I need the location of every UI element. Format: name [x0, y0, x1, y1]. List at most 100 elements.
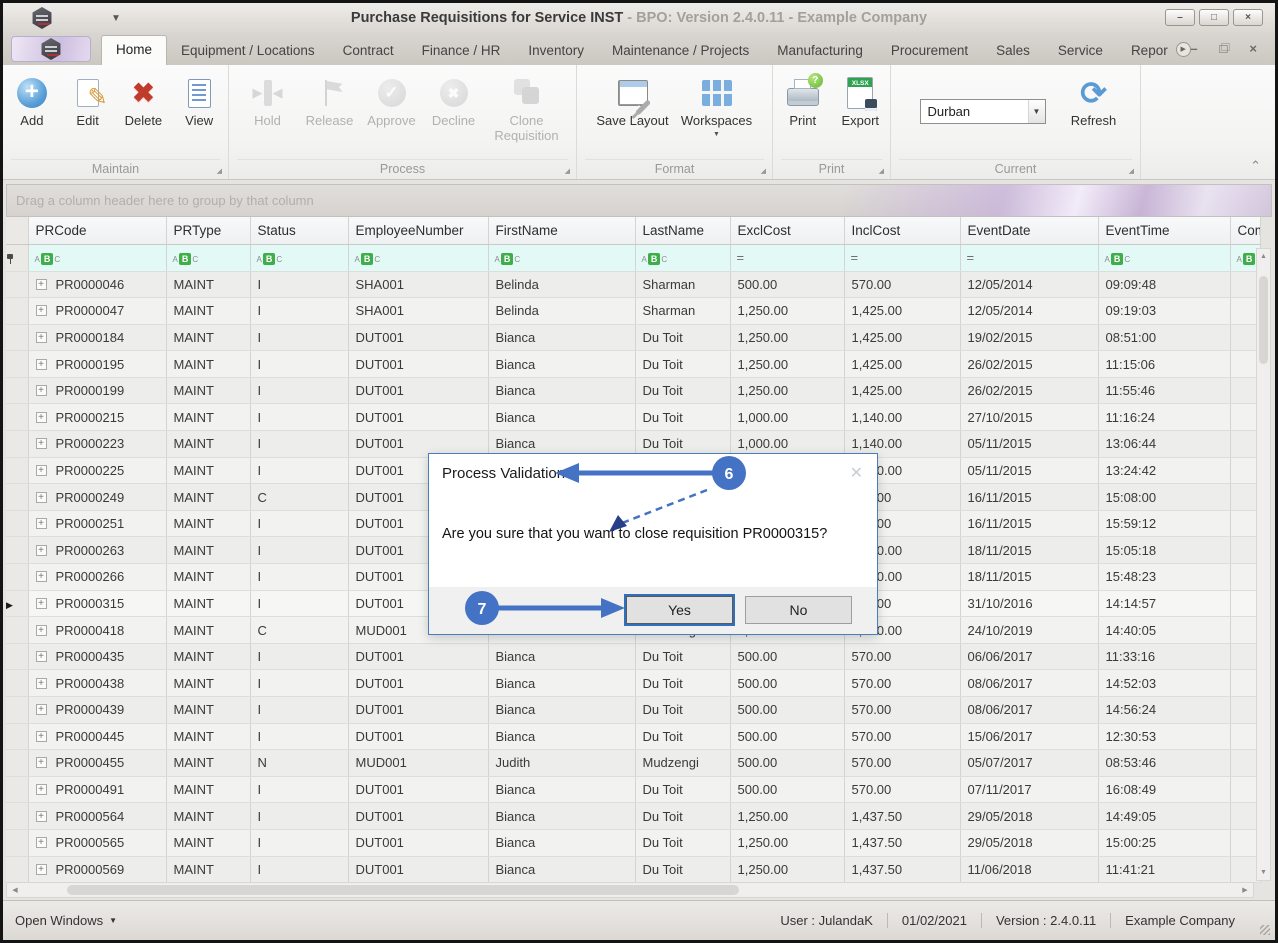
- equals-filter-icon[interactable]: =: [967, 250, 974, 265]
- cell-prcode[interactable]: +PR0000438: [28, 670, 166, 697]
- cell-lastname[interactable]: Du Toit: [635, 829, 730, 856]
- cell-status[interactable]: I: [250, 431, 348, 458]
- cell-prcode[interactable]: +PR0000223: [28, 431, 166, 458]
- cell-prcode[interactable]: +PR0000266: [28, 564, 166, 591]
- cell-eventdate[interactable]: 19/02/2015: [960, 324, 1098, 351]
- cell-status[interactable]: I: [250, 564, 348, 591]
- column-header-eventdate[interactable]: EventDate: [960, 217, 1098, 244]
- abc-filter-icon[interactable]: ABC: [257, 253, 283, 265]
- cell-exclcost[interactable]: 500.00: [730, 643, 844, 670]
- cell-prtype[interactable]: MAINT: [166, 404, 250, 431]
- cell-firstname[interactable]: Bianca: [488, 351, 635, 378]
- add-button[interactable]: Add: [7, 73, 57, 155]
- cell-inclcost[interactable]: 570.00: [844, 750, 960, 777]
- column-header-prcode[interactable]: PRCode: [28, 217, 166, 244]
- group-by-panel[interactable]: Drag a column header here to group by th…: [6, 184, 1272, 217]
- cell-status[interactable]: I: [250, 643, 348, 670]
- cell-firstname[interactable]: Bianca: [488, 856, 635, 883]
- cell-status[interactable]: I: [250, 537, 348, 564]
- table-row[interactable]: +PR0000439MAINTIDUT001BiancaDu Toit500.0…: [6, 697, 1260, 724]
- delete-button[interactable]: Delete: [119, 73, 169, 155]
- cell-prtype[interactable]: MAINT: [166, 457, 250, 484]
- mdi-restore-button[interactable]: □: [1220, 41, 1228, 57]
- cell-eventtime[interactable]: 15:05:18: [1098, 537, 1230, 564]
- cell-status[interactable]: I: [250, 457, 348, 484]
- cell-inclcost[interactable]: 1,425.00: [844, 351, 960, 378]
- cell-status[interactable]: I: [250, 271, 348, 298]
- cell-employeenumber[interactable]: DUT001: [348, 856, 488, 883]
- tab-repor[interactable]: Repor: [1117, 37, 1182, 65]
- column-header-firstname[interactable]: FirstName: [488, 217, 635, 244]
- column-header-eventtime[interactable]: EventTime: [1098, 217, 1230, 244]
- cell-prtype[interactable]: MAINT: [166, 856, 250, 883]
- cell-employeenumber[interactable]: DUT001: [348, 723, 488, 750]
- cell-lastname[interactable]: Du Toit: [635, 776, 730, 803]
- cell-eventtime[interactable]: 09:19:03: [1098, 298, 1230, 325]
- cell-prtype[interactable]: MAINT: [166, 324, 250, 351]
- cell-eventtime[interactable]: 11:15:06: [1098, 351, 1230, 378]
- equals-filter-icon[interactable]: =: [737, 250, 744, 265]
- column-header-status[interactable]: Status: [250, 217, 348, 244]
- cell-prtype[interactable]: MAINT: [166, 271, 250, 298]
- close-button[interactable]: ×: [1233, 9, 1263, 26]
- filter-cell-eventtime[interactable]: ABC: [1098, 244, 1230, 271]
- cell-prcode[interactable]: +PR0000195: [28, 351, 166, 378]
- cell-prcode[interactable]: +PR0000491: [28, 776, 166, 803]
- table-row[interactable]: +PR0000199MAINTIDUT001BiancaDu Toit1,250…: [6, 377, 1260, 404]
- cell-lastname[interactable]: Du Toit: [635, 404, 730, 431]
- application-button[interactable]: [11, 36, 91, 62]
- expand-icon[interactable]: +: [36, 625, 47, 636]
- expand-icon[interactable]: +: [36, 279, 47, 290]
- cell-exclcost[interactable]: 1,250.00: [730, 351, 844, 378]
- horizontal-scroll-thumb[interactable]: [67, 885, 739, 895]
- site-combobox[interactable]: Durban▼: [920, 99, 1046, 124]
- cell-eventtime[interactable]: 11:41:21: [1098, 856, 1230, 883]
- cell-prcode[interactable]: +PR0000047: [28, 298, 166, 325]
- filter-cell-firstname[interactable]: ABC: [488, 244, 635, 271]
- cell-employeenumber[interactable]: DUT001: [348, 643, 488, 670]
- cell-eventdate[interactable]: 08/06/2017: [960, 697, 1098, 724]
- minimize-button[interactable]: –: [1165, 9, 1195, 26]
- cell-eventdate[interactable]: 18/11/2015: [960, 537, 1098, 564]
- expand-icon[interactable]: +: [36, 359, 47, 370]
- abc-filter-icon[interactable]: ABC: [1105, 253, 1131, 265]
- tab-equipment-locations[interactable]: Equipment / Locations: [167, 37, 329, 65]
- expand-icon[interactable]: +: [36, 731, 47, 742]
- cell-prcode[interactable]: +PR0000249: [28, 484, 166, 511]
- expand-icon[interactable]: +: [36, 598, 47, 609]
- table-row[interactable]: +PR0000445MAINTIDUT001BiancaDu Toit500.0…: [6, 723, 1260, 750]
- cell-lastname[interactable]: Du Toit: [635, 697, 730, 724]
- table-row[interactable]: +PR0000184MAINTIDUT001BiancaDu Toit1,250…: [6, 324, 1260, 351]
- cell-eventdate[interactable]: 31/10/2016: [960, 590, 1098, 617]
- cell-employeenumber[interactable]: DUT001: [348, 324, 488, 351]
- cell-eventtime[interactable]: 08:51:00: [1098, 324, 1230, 351]
- cell-prtype[interactable]: MAINT: [166, 829, 250, 856]
- cell-eventtime[interactable]: 11:16:24: [1098, 404, 1230, 431]
- cell-prcode[interactable]: +PR0000565: [28, 829, 166, 856]
- cell-status[interactable]: I: [250, 670, 348, 697]
- no-button[interactable]: No: [745, 596, 852, 624]
- tab-contract[interactable]: Contract: [329, 37, 408, 65]
- cell-inclcost[interactable]: 570.00: [844, 271, 960, 298]
- cell-prtype[interactable]: MAINT: [166, 803, 250, 830]
- table-row[interactable]: +PR0000047MAINTISHA001BelindaSharman1,25…: [6, 298, 1260, 325]
- cell-employeenumber[interactable]: DUT001: [348, 697, 488, 724]
- filter-cell-status[interactable]: ABC: [250, 244, 348, 271]
- table-row[interactable]: +PR0000565MAINTIDUT001BiancaDu Toit1,250…: [6, 829, 1260, 856]
- expand-icon[interactable]: +: [36, 571, 47, 582]
- maximize-button[interactable]: □: [1199, 9, 1229, 26]
- cell-eventdate[interactable]: 12/05/2014: [960, 271, 1098, 298]
- cell-eventdate[interactable]: 08/06/2017: [960, 670, 1098, 697]
- cell-prcode[interactable]: +PR0000569: [28, 856, 166, 883]
- table-row[interactable]: +PR0000569MAINTIDUT001BiancaDu Toit1,250…: [6, 856, 1260, 883]
- cell-lastname[interactable]: Du Toit: [635, 643, 730, 670]
- group-dialog-launcher-icon[interactable]: ◢: [761, 167, 766, 175]
- expand-icon[interactable]: +: [36, 385, 47, 396]
- cell-eventtime[interactable]: 09:09:48: [1098, 271, 1230, 298]
- cell-firstname[interactable]: Bianca: [488, 324, 635, 351]
- cell-prtype[interactable]: MAINT: [166, 377, 250, 404]
- expand-icon[interactable]: +: [36, 784, 47, 795]
- column-header-lastname[interactable]: LastName: [635, 217, 730, 244]
- cell-eventtime[interactable]: 13:24:42: [1098, 457, 1230, 484]
- abc-filter-icon[interactable]: ABC: [173, 253, 199, 265]
